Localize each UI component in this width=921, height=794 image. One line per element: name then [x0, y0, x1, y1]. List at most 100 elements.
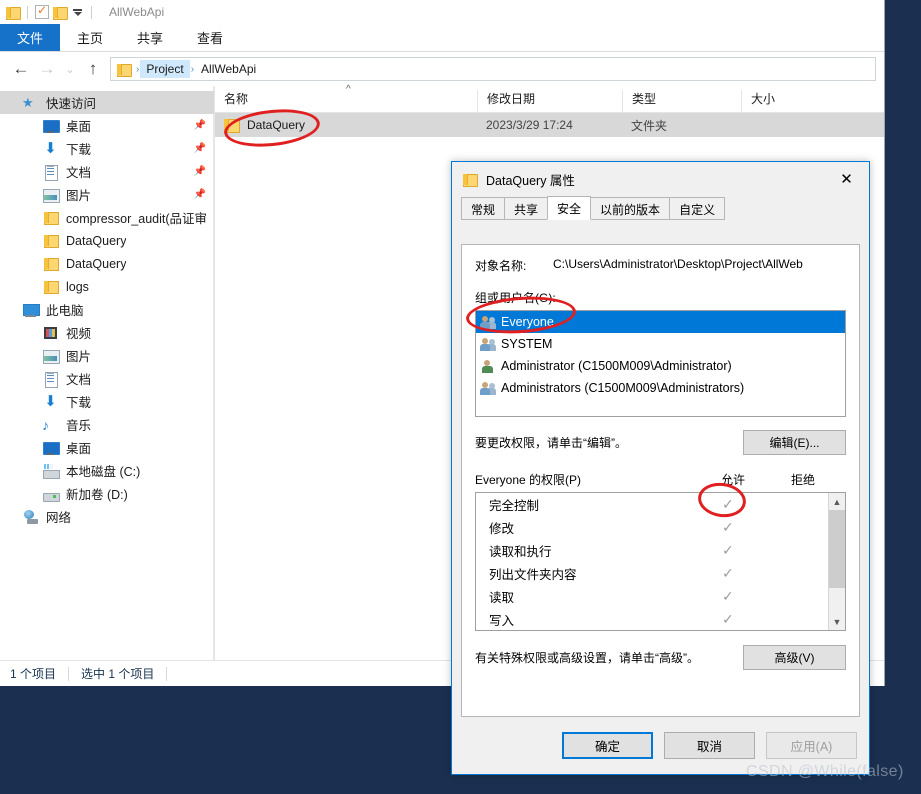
permissions-header: Everyone 的权限(P) 允许 拒绝 [475, 471, 846, 488]
sidebar-item-11[interactable]: 图片 [0, 344, 214, 367]
permission-row[interactable]: 读取 ✓ [476, 585, 828, 608]
group-list-item[interactable]: SYSTEM [476, 333, 845, 355]
permission-row[interactable]: 列出文件夹内容 ✓ [476, 562, 828, 585]
sidebar-item-12[interactable]: 文档 [0, 367, 214, 390]
permissions-listbox[interactable]: 完全控制 ✓ 修改 ✓ 读取和执行 ✓ 列出文件夹内容 ✓ 读取 ✓ 写入 ✓ ▲ ▼ [475, 492, 846, 631]
column-header-name[interactable]: ^ 名称 [215, 84, 477, 112]
sidebar-item-4[interactable]: 图片 📌 [0, 183, 214, 206]
sidebar-item-label: compressor_audit(品证审核 [66, 212, 206, 226]
group-list-item[interactable]: Everyone [476, 311, 845, 333]
chevron-down-icon[interactable] [71, 8, 84, 16]
permission-name: 读取 [489, 591, 515, 605]
folder-icon [463, 173, 478, 187]
back-arrow-icon[interactable]: ← [8, 57, 34, 81]
group-list-item[interactable]: Administrators (C1500M009\Administrators… [476, 377, 845, 399]
pin-icon[interactable]: 📌 [194, 120, 206, 131]
folder-icon [117, 63, 132, 77]
allow-checkmark-icon: ✓ [722, 565, 734, 581]
selection-count: 选中 1 个项目 [81, 667, 155, 681]
cancel-button[interactable]: 取消 [664, 732, 755, 759]
permission-row[interactable]: 完全控制 ✓ [476, 493, 828, 516]
up-arrow-icon[interactable]: ↑ [80, 57, 106, 81]
sidebar-item-9[interactable]: 此电脑 [0, 298, 214, 321]
sidebar-item-3[interactable]: 文档 📌 [0, 160, 214, 183]
permission-name: 修改 [489, 522, 515, 536]
group-users-listbox[interactable]: Everyone SYSTEM Administrator (C1500M009\A… [475, 310, 846, 417]
sidebar-item-10[interactable]: 视频 [0, 321, 214, 344]
sidebar-item-5[interactable]: compressor_audit(品证审核 [0, 206, 214, 229]
group-list-item[interactable]: Administrator (C1500M009\Administrator) [476, 355, 845, 377]
sidebar-item-label: 新加卷 (D:) [66, 488, 128, 502]
sidebar-item-13[interactable]: ⬇ 下载 [0, 390, 214, 413]
sidebar-item-label: 桌面 [66, 442, 92, 456]
star-icon: ★ [22, 94, 34, 110]
properties-icon[interactable] [35, 3, 49, 19]
breadcrumb-item-project[interactable]: Project [140, 60, 190, 78]
sidebar-item-16[interactable]: 本地磁盘 (C:) [0, 459, 214, 482]
sidebar-item-15[interactable]: 桌面 [0, 436, 214, 459]
file-type: 文件夹 [631, 118, 668, 133]
sidebar-item-2[interactable]: ⬇ 下载 📌 [0, 137, 214, 160]
folder-icon [224, 118, 240, 133]
close-icon[interactable]: ✕ [824, 163, 869, 196]
picture-icon [42, 348, 60, 364]
table-row[interactable]: DataQuery 2023/3/29 17:24 文件夹 [215, 113, 884, 137]
breadcrumb-item-allwebapi[interactable]: AllWebApi [195, 60, 262, 78]
scrollbar-thumb[interactable] [829, 510, 845, 588]
breadcrumb[interactable]: › Project › AllWebApi [110, 57, 876, 81]
dialog-tab-1[interactable]: 共享 [504, 197, 549, 220]
local-disk-icon [42, 463, 60, 479]
dialog-tab-3[interactable]: 以前的版本 [590, 197, 671, 220]
permission-row[interactable]: 写入 ✓ [476, 608, 828, 631]
scroll-up-icon[interactable]: ▲ [829, 493, 845, 510]
edit-permissions-row: 要更改权限，请单击“编辑”。 编辑(E)... [475, 430, 846, 455]
pin-icon[interactable]: 📌 [194, 189, 206, 200]
dialog-title: DataQuery 属性 [486, 173, 575, 188]
chevron-down-icon[interactable]: ⌄ [60, 57, 80, 81]
dialog-tab-0[interactable]: 常规 [461, 197, 506, 220]
forward-arrow-icon[interactable]: → [34, 57, 60, 81]
apply-button[interactable]: 应用(A) [766, 732, 857, 759]
advanced-button[interactable]: 高级(V) [743, 645, 846, 670]
permissions-scrollbar[interactable]: ▲ ▼ [828, 493, 845, 630]
ribbon-tab-home[interactable]: 主页 [60, 24, 120, 51]
edit-button[interactable]: 编辑(E)... [743, 430, 846, 455]
allow-checkmark-icon: ✓ [722, 542, 734, 558]
pin-icon[interactable]: 📌 [194, 143, 206, 154]
sidebar-item-17[interactable]: 新加卷 (D:) [0, 482, 214, 505]
permission-row[interactable]: 修改 ✓ [476, 516, 828, 539]
advanced-hint: 有关特殊权限或高级设置，请单击“高级”。 [475, 651, 699, 665]
sidebar-item-7[interactable]: DataQuery [0, 252, 214, 275]
security-tab-panel: 对象名称: C:\Users\Administrator\Desktop\Pro… [461, 244, 860, 717]
sidebar-item-8[interactable]: logs [0, 275, 214, 298]
column-header-type[interactable]: 类型 [622, 90, 741, 112]
sidebar-item-14[interactable]: ♪ 音乐 [0, 413, 214, 436]
column-header-size[interactable]: 大小 [741, 90, 830, 112]
document-icon [42, 371, 59, 388]
sidebar-item-18[interactable]: 网络 [0, 505, 214, 528]
dialog-tab-2[interactable]: 安全 [547, 196, 592, 220]
permission-row[interactable]: 读取和执行 ✓ [476, 539, 828, 562]
navigation-pane: ★ 快速访问 桌面 📌 ⬇ 下载 📌 文档 📌 图片 📌 compressor_audit(品证审核 D… [0, 86, 215, 660]
folder-icon[interactable] [6, 6, 21, 20]
group-icon [480, 314, 497, 330]
sidebar-item-0[interactable]: ★ 快速访问 [0, 91, 214, 114]
deny-column-header: 拒绝 [791, 473, 816, 487]
sidebar-item-label: 视频 [66, 327, 92, 341]
ribbon-tab-view[interactable]: 查看 [180, 24, 240, 51]
sidebar-item-6[interactable]: DataQuery [0, 229, 214, 252]
permission-name: 列出文件夹内容 [489, 568, 577, 582]
sidebar-item-label: 文档 [66, 166, 92, 180]
dialog-tab-4[interactable]: 自定义 [669, 197, 726, 220]
ok-button[interactable]: 确定 [562, 732, 653, 759]
pin-icon[interactable]: 📌 [194, 166, 206, 177]
ribbon-tab-file[interactable]: 文件 [0, 24, 61, 51]
sidebar-item-label: 此电脑 [46, 304, 84, 318]
sidebar-item-label: 网络 [46, 511, 72, 525]
music-icon: ♪ [42, 416, 49, 433]
ribbon-tab-share[interactable]: 共享 [120, 24, 180, 51]
new-folder-icon[interactable] [53, 6, 68, 20]
scroll-down-icon[interactable]: ▼ [829, 613, 845, 630]
sidebar-item-1[interactable]: 桌面 📌 [0, 114, 214, 137]
column-header-date[interactable]: 修改日期 [477, 90, 622, 112]
